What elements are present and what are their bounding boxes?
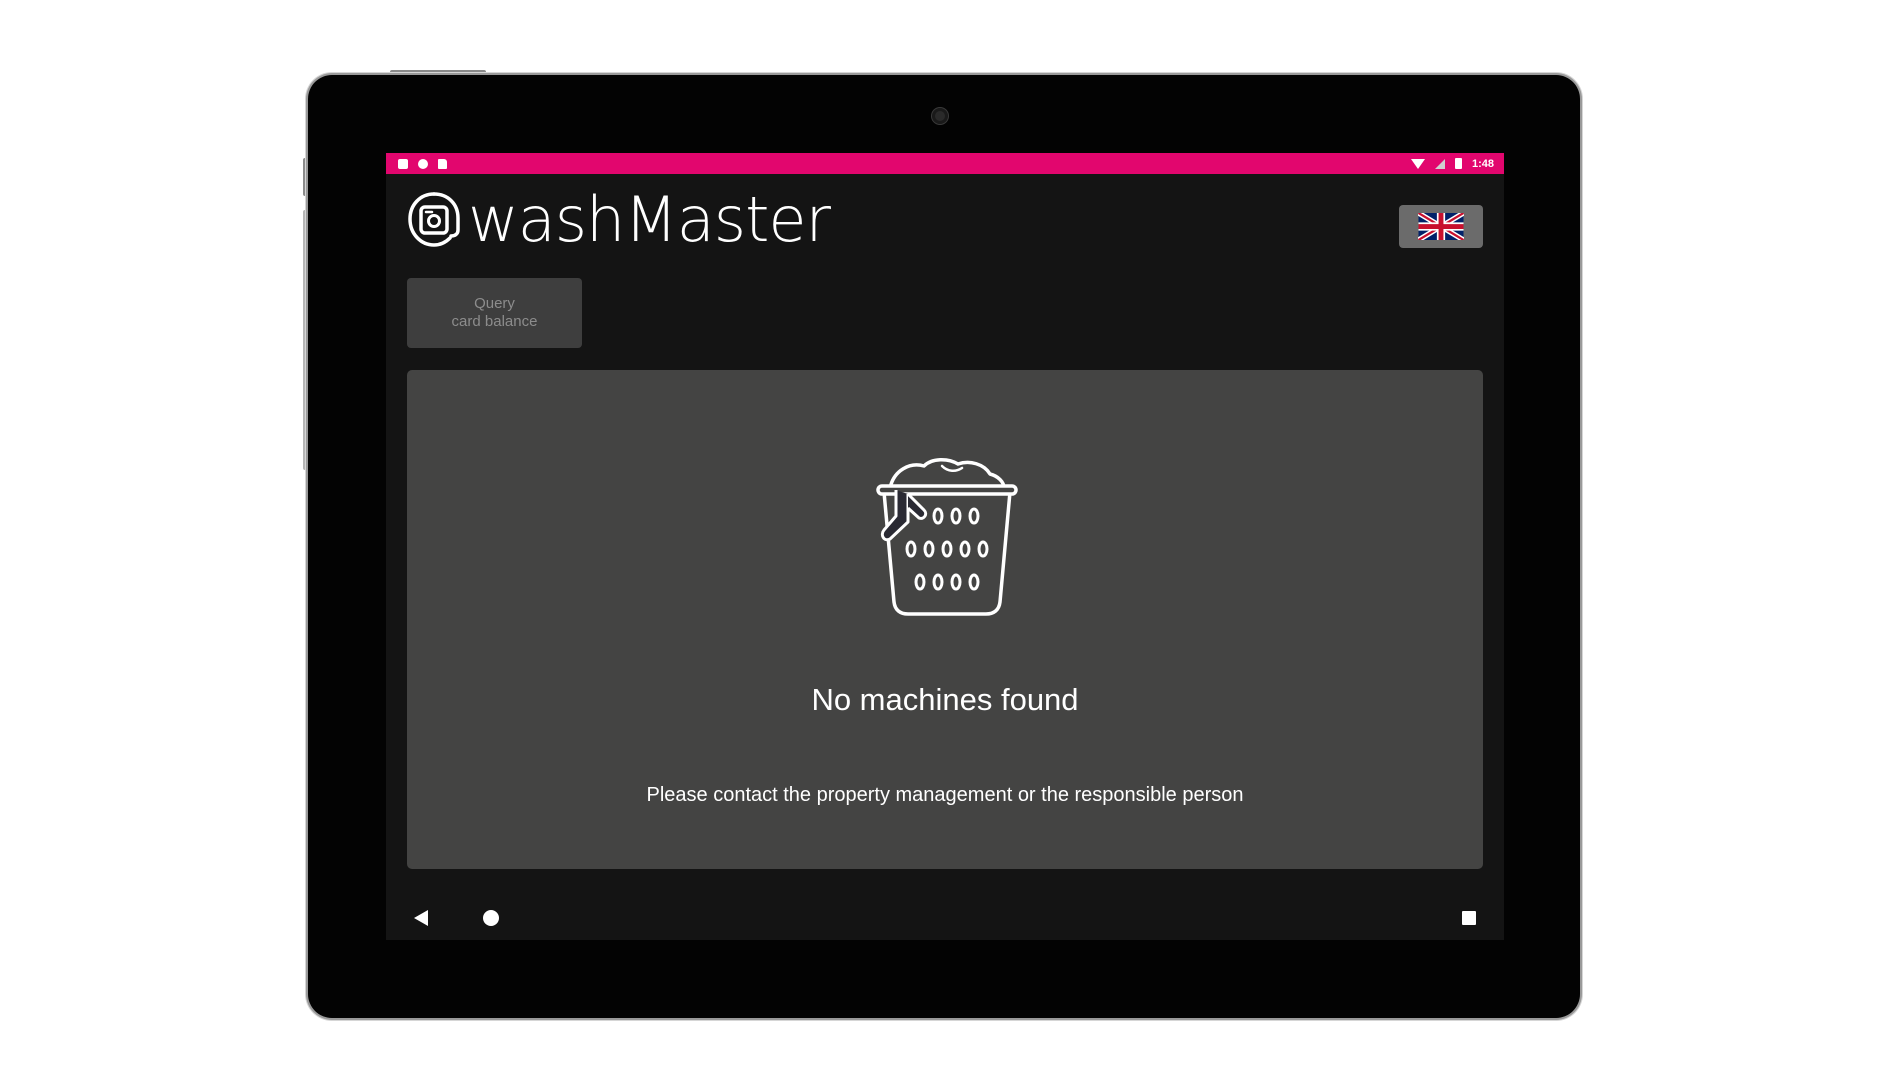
android-nav-bar bbox=[386, 895, 1504, 940]
status-system: 1:48 bbox=[1410, 157, 1494, 170]
brand-logo: washMaster bbox=[406, 183, 831, 256]
status-bar: 1:48 bbox=[386, 153, 1504, 174]
query-button-label-line2: card balance bbox=[451, 313, 538, 330]
device-scene: 1:48 washMaster Query card balance No ma… bbox=[0, 0, 1896, 1080]
status-time: 1:48 bbox=[1471, 157, 1494, 170]
sd-card-icon bbox=[438, 158, 447, 169]
query-card-balance-button[interactable]: Query card balance bbox=[407, 278, 582, 348]
sync-icon bbox=[418, 158, 428, 169]
status-notifications bbox=[398, 158, 447, 169]
home-icon[interactable] bbox=[483, 910, 499, 926]
wifi-icon bbox=[1410, 158, 1425, 169]
recents-icon[interactable] bbox=[1462, 911, 1476, 925]
query-button-label-line1: Query bbox=[474, 295, 515, 312]
battery-icon bbox=[1454, 158, 1462, 169]
empty-state-title: No machines found bbox=[811, 682, 1079, 717]
empty-state-panel: No machines found Please contact the pro… bbox=[407, 370, 1483, 869]
empty-state-message: Please contact the property management o… bbox=[646, 784, 1244, 806]
washmaster-logo-icon bbox=[408, 192, 460, 247]
language-button[interactable] bbox=[1399, 205, 1483, 248]
notification-icon bbox=[398, 158, 408, 169]
back-icon[interactable] bbox=[414, 910, 428, 926]
uk-flag-icon bbox=[1418, 213, 1464, 240]
laundry-basket-icon bbox=[876, 458, 1018, 616]
app-screen: 1:48 washMaster Query card balance No ma… bbox=[386, 153, 1504, 940]
brand-name: washMaster bbox=[468, 183, 831, 256]
power-button bbox=[390, 70, 486, 74]
signal-icon bbox=[1434, 158, 1445, 169]
front-camera bbox=[932, 108, 948, 124]
